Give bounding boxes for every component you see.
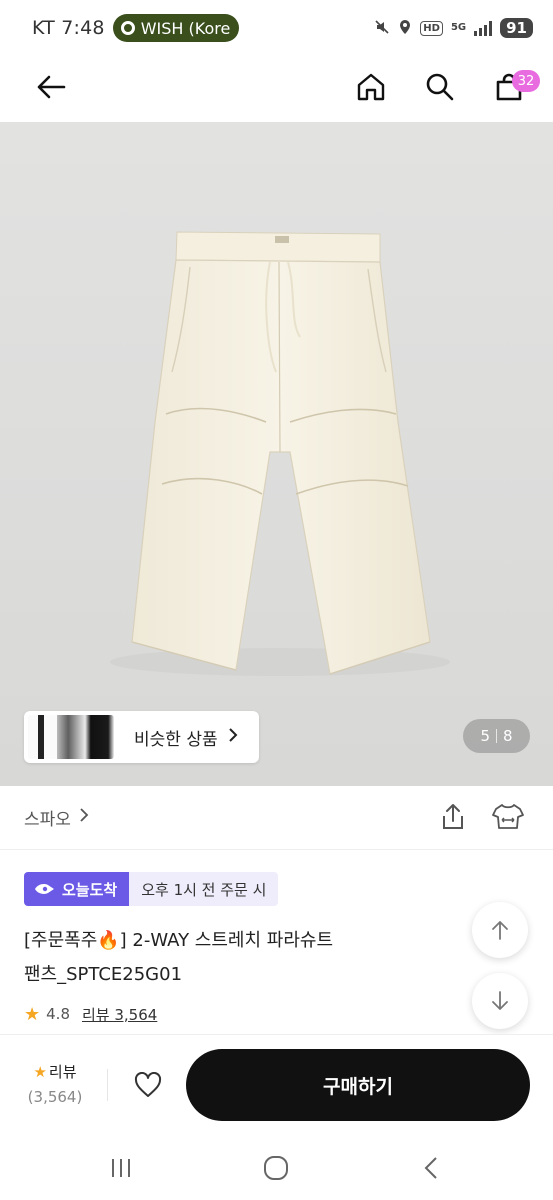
review-count-link[interactable]: 리뷰 3,564: [82, 1004, 157, 1025]
recent-apps-icon: [112, 1159, 130, 1177]
status-carrier-time: KT 7:48: [32, 17, 105, 39]
image-counter: 5 8: [463, 719, 530, 753]
hd-icon: HD: [420, 20, 443, 36]
signal-icon: [474, 20, 493, 36]
brand-row: 스파오: [0, 786, 553, 850]
buy-button[interactable]: 구매하기: [186, 1049, 530, 1121]
star-icon: ★: [33, 1062, 47, 1081]
review-summary-button[interactable]: ★ 리뷰 (3,564): [20, 1061, 90, 1107]
today-delivery-badge: 오늘도착: [24, 872, 130, 906]
cart-button[interactable]: 32: [486, 64, 540, 110]
arrow-down-icon: [492, 991, 508, 1010]
image-total: 8: [503, 727, 513, 745]
chevron-right-icon: [228, 727, 238, 748]
share-icon: [443, 804, 463, 829]
star-icon: ★: [24, 1003, 41, 1025]
product-title: [주문폭주🔥] 2-WAY 스트레치 파라슈트 팬츠_SPTCE25G01: [24, 924, 444, 992]
delivery-cutoff-note: 오후 1시 전 주문 시: [129, 872, 279, 906]
back-button[interactable]: [28, 64, 74, 110]
similar-products-thumbnails: [28, 715, 114, 759]
rating-row: ★ 4.8 리뷰 3,564: [24, 1000, 157, 1028]
scroll-top-button[interactable]: [472, 902, 528, 958]
shirt-size-icon: [492, 804, 524, 829]
chevron-right-icon: [79, 807, 89, 828]
divider: [107, 1069, 108, 1101]
arrow-up-icon: [492, 921, 508, 940]
image-current: 5: [480, 727, 490, 745]
location-icon: [398, 19, 412, 38]
product-image-gallery[interactable]: 비슷한 상품 5 8: [0, 122, 553, 786]
purchase-action-bar: ★ 리뷰 (3,564) 구매하기: [0, 1034, 553, 1134]
size-fit-button[interactable]: [490, 800, 526, 834]
status-bar: KT 7:48 WISH (Kore HD 5G 91: [0, 0, 553, 56]
product-title-line2: 팬츠_SPTCE25G01: [24, 964, 183, 985]
search-icon: [426, 73, 454, 101]
system-navigation-bar: [0, 1134, 553, 1200]
home-button[interactable]: [348, 64, 394, 110]
rating-value: 4.8: [46, 1005, 70, 1023]
wish-notification-label: WISH (Kore: [140, 18, 231, 38]
heart-icon: [134, 1072, 162, 1097]
delivery-arrow-icon: [35, 884, 54, 894]
today-delivery-label: 오늘도착: [62, 880, 118, 899]
delivery-info: 오늘도착 오후 1시 전 주문 시: [24, 872, 279, 906]
similar-products-label: 비슷한 상품: [134, 729, 218, 750]
cart-count-badge: 32: [512, 70, 540, 92]
mute-icon: [374, 19, 390, 38]
home-system-button[interactable]: [256, 1150, 296, 1186]
top-navigation: 32: [0, 56, 553, 122]
search-button[interactable]: [417, 64, 463, 110]
product-title-line1: [주문폭주🔥] 2-WAY 스트레치 파라슈트: [24, 930, 334, 951]
status-icons: HD 5G 91: [374, 18, 533, 38]
similar-products-button[interactable]: 비슷한 상품: [24, 711, 259, 763]
wish-notification-pill[interactable]: WISH (Kore: [112, 14, 239, 42]
home-icon: [357, 73, 385, 101]
product-photo-pants: [110, 231, 450, 676]
back-chevron-icon: [424, 1157, 437, 1179]
share-button[interactable]: [436, 800, 470, 834]
recent-apps-button[interactable]: [101, 1150, 141, 1186]
scroll-bottom-button[interactable]: [472, 973, 528, 1029]
back-system-button[interactable]: [411, 1150, 451, 1186]
home-circle-icon: [264, 1156, 288, 1180]
wishlist-button[interactable]: [124, 1065, 172, 1105]
review-summary-label: 리뷰: [48, 1063, 77, 1081]
battery-indicator: 91: [500, 18, 533, 38]
wish-ring-icon: [120, 21, 135, 35]
review-summary-count: (3,564): [27, 1088, 83, 1106]
review-summary-top: ★ 리뷰: [20, 1061, 90, 1082]
network-type: 5G: [450, 22, 467, 33]
back-arrow-icon: [37, 75, 66, 99]
brand-link[interactable]: 스파오: [24, 805, 71, 830]
